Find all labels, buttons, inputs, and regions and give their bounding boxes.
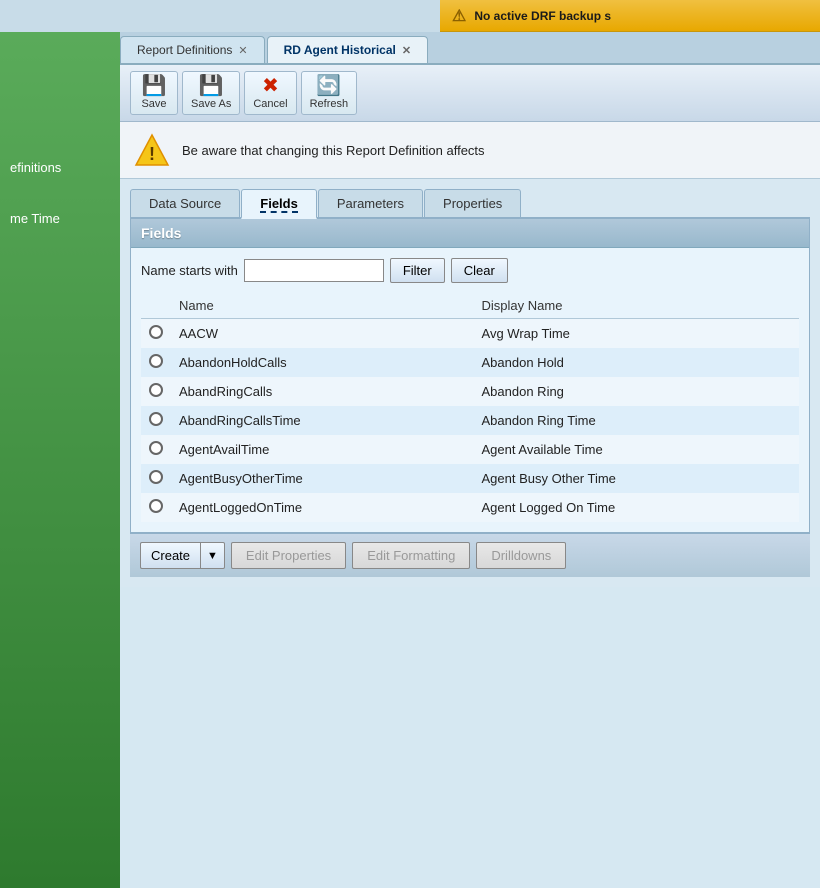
table-row[interactable]: AbandRingCalls Abandon Ring: [141, 377, 799, 406]
tab-close-icon[interactable]: ✕: [402, 44, 411, 57]
field-display-name: Avg Wrap Time: [474, 319, 799, 349]
tab-rd-agent-historical[interactable]: RD Agent Historical ✕: [267, 36, 428, 63]
field-name: AgentBusyOtherTime: [171, 464, 474, 493]
field-display-name: Agent Busy Other Time: [474, 464, 799, 493]
filter-label: Name starts with: [141, 263, 238, 278]
radio-cell[interactable]: [141, 464, 171, 493]
toolbar: 💾 Save 💾 Save As ✖ Cancel 🔄 Refresh: [120, 65, 820, 122]
table-row[interactable]: AgentAvailTime Agent Available Time: [141, 435, 799, 464]
tab-close-icon[interactable]: ✕: [238, 44, 247, 57]
clear-button[interactable]: Clear: [451, 258, 508, 283]
cancel-button[interactable]: ✖ Cancel: [244, 71, 296, 115]
warning-triangle-icon: !: [134, 132, 170, 168]
col-radio: [141, 293, 171, 319]
tab-label: Report Definitions: [137, 43, 232, 57]
field-name: AbandRingCalls: [171, 377, 474, 406]
refresh-icon: 🔄: [316, 76, 341, 96]
create-button-wrap: Create ▼: [140, 542, 225, 569]
save-label: Save: [141, 98, 166, 110]
table-row[interactable]: AbandRingCallsTime Abandon Ring Time: [141, 406, 799, 435]
radio-button[interactable]: [149, 383, 163, 397]
main-tab-bar: Report Definitions ✕ RD Agent Historical…: [120, 32, 820, 65]
create-dropdown-arrow[interactable]: ▼: [200, 542, 225, 569]
cancel-label: Cancel: [253, 98, 287, 110]
radio-cell[interactable]: [141, 377, 171, 406]
fields-table: Name Display Name AACW Avg Wrap Time Aba…: [141, 293, 799, 522]
cancel-icon: ✖: [262, 76, 279, 96]
radio-cell[interactable]: [141, 348, 171, 377]
radio-button[interactable]: [149, 354, 163, 368]
tab-report-definitions[interactable]: Report Definitions ✕: [120, 36, 265, 63]
radio-cell[interactable]: [141, 406, 171, 435]
tab-fields[interactable]: Fields: [241, 189, 317, 219]
save-button[interactable]: 💾 Save: [130, 71, 178, 115]
fields-panel: Fields Name starts with Filter Clear Nam…: [130, 219, 810, 533]
field-name: AbandonHoldCalls: [171, 348, 474, 377]
sidebar-item-definitions[interactable]: efinitions: [0, 152, 120, 183]
radio-cell[interactable]: [141, 435, 171, 464]
field-display-name: Agent Available Time: [474, 435, 799, 464]
filter-input[interactable]: [244, 259, 384, 282]
warning-icon: ⚠: [452, 6, 466, 26]
inner-tab-bar: Data Source Fields Parameters Properties: [130, 189, 810, 219]
col-display-name: Display Name: [474, 293, 799, 319]
warning-text: No active DRF backup s: [474, 9, 611, 23]
sidebar: efinitions me Time: [0, 32, 120, 888]
create-button[interactable]: Create: [140, 542, 200, 569]
main-content: Report Definitions ✕ RD Agent Historical…: [120, 32, 820, 888]
table-row[interactable]: AgentLoggedOnTime Agent Logged On Time: [141, 493, 799, 522]
col-name: Name: [171, 293, 474, 319]
edit-formatting-button[interactable]: Edit Formatting: [352, 542, 470, 569]
table-row[interactable]: AgentBusyOtherTime Agent Busy Other Time: [141, 464, 799, 493]
tab-parameters[interactable]: Parameters: [318, 189, 423, 217]
bottom-action-bar: Create ▼ Edit Properties Edit Formatting…: [130, 533, 810, 577]
svg-text:!: !: [149, 144, 155, 164]
table-row[interactable]: AACW Avg Wrap Time: [141, 319, 799, 349]
radio-cell[interactable]: [141, 493, 171, 522]
save-icon: 💾: [142, 76, 167, 96]
field-display-name: Abandon Ring: [474, 377, 799, 406]
field-display-name: Abandon Ring Time: [474, 406, 799, 435]
warning-notice: ! Be aware that changing this Report Def…: [120, 122, 820, 179]
field-name: AbandRingCallsTime: [171, 406, 474, 435]
save-as-label: Save As: [191, 98, 231, 110]
refresh-label: Refresh: [310, 98, 349, 110]
edit-properties-button[interactable]: Edit Properties: [231, 542, 346, 569]
tab-properties[interactable]: Properties: [424, 189, 521, 217]
top-warning-bar: ⚠ No active DRF backup s: [440, 0, 820, 32]
field-name: AgentAvailTime: [171, 435, 474, 464]
refresh-button[interactable]: 🔄 Refresh: [301, 71, 358, 115]
radio-button[interactable]: [149, 412, 163, 426]
field-display-name: Agent Logged On Time: [474, 493, 799, 522]
drilldowns-button[interactable]: Drilldowns: [476, 542, 566, 569]
radio-button[interactable]: [149, 441, 163, 455]
field-display-name: Abandon Hold: [474, 348, 799, 377]
save-as-button[interactable]: 💾 Save As: [182, 71, 240, 115]
radio-button[interactable]: [149, 499, 163, 513]
filter-row: Name starts with Filter Clear: [141, 258, 799, 283]
save-as-icon: 💾: [199, 76, 224, 96]
content-area: Data Source Fields Parameters Properties…: [120, 179, 820, 587]
field-name: AACW: [171, 319, 474, 349]
filter-button[interactable]: Filter: [390, 258, 445, 283]
radio-button[interactable]: [149, 470, 163, 484]
radio-button[interactable]: [149, 325, 163, 339]
fields-header: Fields: [131, 219, 809, 248]
field-name: AgentLoggedOnTime: [171, 493, 474, 522]
table-row[interactable]: AbandonHoldCalls Abandon Hold: [141, 348, 799, 377]
sidebar-item-time[interactable]: me Time: [0, 203, 120, 234]
warning-notice-text: Be aware that changing this Report Defin…: [182, 143, 485, 158]
tab-data-source[interactable]: Data Source: [130, 189, 240, 217]
tab-label: RD Agent Historical: [284, 43, 396, 57]
radio-cell[interactable]: [141, 319, 171, 349]
